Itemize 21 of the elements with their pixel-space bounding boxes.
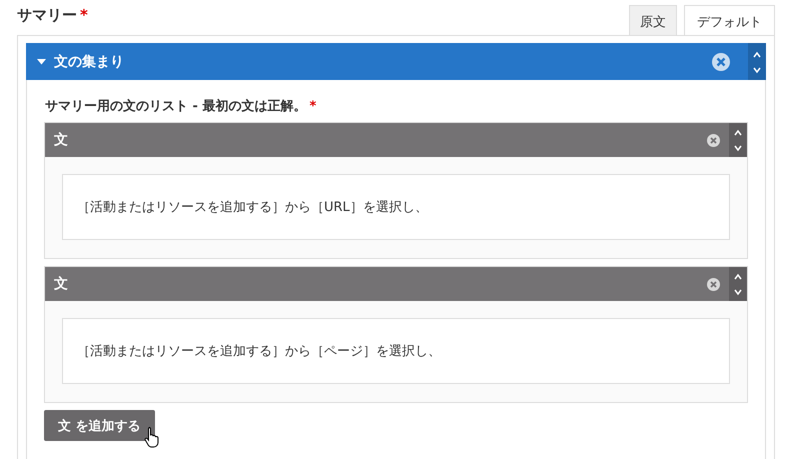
sentence-title: 文: [54, 275, 69, 293]
group-title: 文の集まり: [54, 52, 125, 70]
caret-icon[interactable]: [37, 58, 46, 64]
required-mark: *: [309, 99, 316, 114]
move-arrows-icon[interactable]: [729, 123, 747, 157]
required-mark: *: [80, 6, 88, 24]
tab[interactable]: 原文: [629, 5, 677, 35]
sentence-title: 文: [54, 131, 69, 149]
move-arrows-icon[interactable]: [729, 267, 747, 301]
sentence-field[interactable]: ［活動またはリソースを追加する］から［URL］を選択し、: [62, 174, 730, 240]
sentence-field[interactable]: ［活動またはリソースを追加する］から［ページ］を選択し、: [62, 318, 730, 384]
list-label: サマリー用の文のリスト - 最初の文は正解。: [45, 99, 306, 114]
close-icon[interactable]: [707, 134, 720, 146]
close-icon[interactable]: [707, 278, 720, 290]
field-label: サマリー: [17, 6, 77, 24]
close-icon[interactable]: [712, 52, 730, 70]
add-sentence-button[interactable]: 文 を追加する: [44, 410, 155, 441]
hand-cursor-icon: [144, 426, 160, 448]
move-arrows-icon[interactable]: [748, 43, 766, 80]
group-header[interactable]: 文の集まり: [26, 43, 766, 80]
tab[interactable]: デフォルト: [684, 5, 775, 35]
